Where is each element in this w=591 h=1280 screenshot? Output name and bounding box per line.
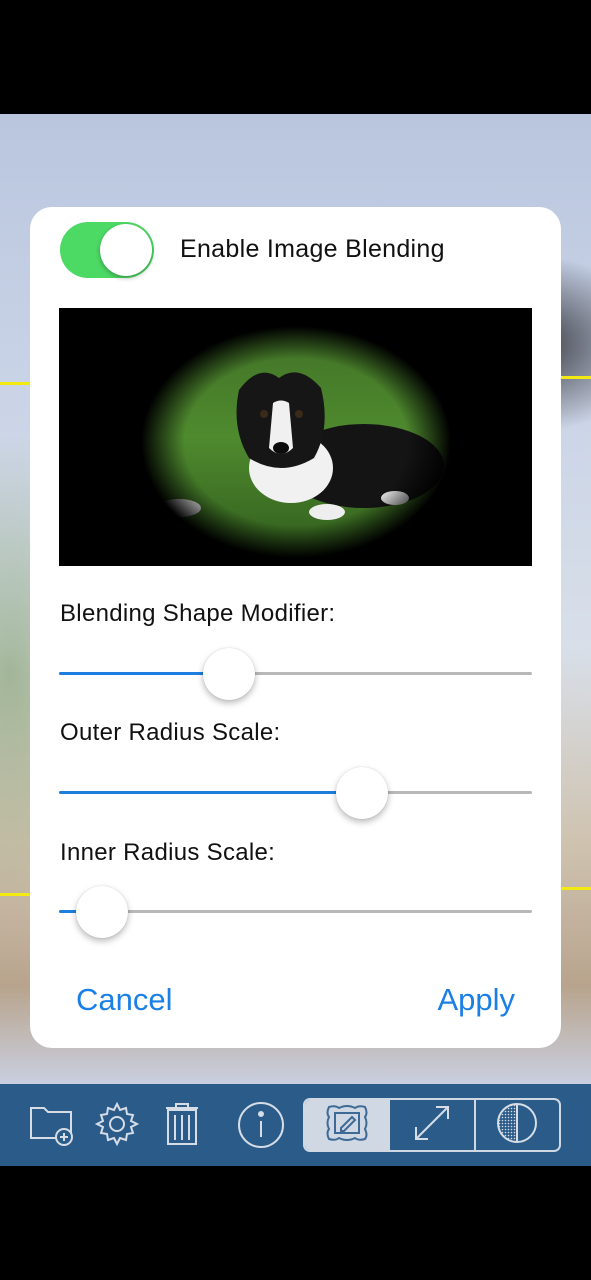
trash-icon[interactable] <box>160 1100 204 1153</box>
slider-thumb[interactable] <box>335 767 388 819</box>
gear-icon[interactable] <box>93 1100 141 1153</box>
slider-thumb[interactable] <box>75 886 128 938</box>
slider-fill <box>59 791 362 794</box>
add-folder-icon[interactable] <box>28 1100 76 1153</box>
cancel-button[interactable]: Cancel <box>76 982 173 1018</box>
segment-contrast[interactable] <box>476 1100 559 1150</box>
enable-blending-toggle[interactable] <box>60 222 154 278</box>
resize-arrows-icon <box>412 1103 452 1148</box>
blending-shape-modifier-slider[interactable] <box>59 648 532 700</box>
segment-frame-edit[interactable] <box>305 1100 391 1150</box>
apply-button[interactable]: Apply <box>437 982 515 1018</box>
frame-edit-icon <box>323 1103 371 1148</box>
contrast-circle-icon <box>495 1101 539 1150</box>
segment-resize[interactable] <box>390 1100 476 1150</box>
inner-radius-scale-slider[interactable] <box>59 886 532 938</box>
blending-shape-modifier-label: Blending Shape Modifier: <box>60 600 336 627</box>
inner-radius-scale-label: Inner Radius Scale: <box>60 839 276 866</box>
bottom-toolbar <box>0 1084 591 1166</box>
mode-segmented-control <box>303 1098 561 1152</box>
info-icon[interactable] <box>236 1100 286 1155</box>
outer-radius-scale-slider[interactable] <box>59 767 532 819</box>
blending-dialog: Enable Image Blending Blending Shape Mod… <box>30 207 561 1048</box>
blend-preview-image <box>59 308 532 566</box>
slider-track <box>59 910 532 913</box>
selection-frame-left <box>0 382 34 896</box>
enable-blending-label: Enable Image Blending <box>180 235 445 263</box>
toggle-knob <box>100 224 152 276</box>
outer-radius-scale-label: Outer Radius Scale: <box>60 719 281 746</box>
slider-thumb[interactable] <box>203 648 256 700</box>
